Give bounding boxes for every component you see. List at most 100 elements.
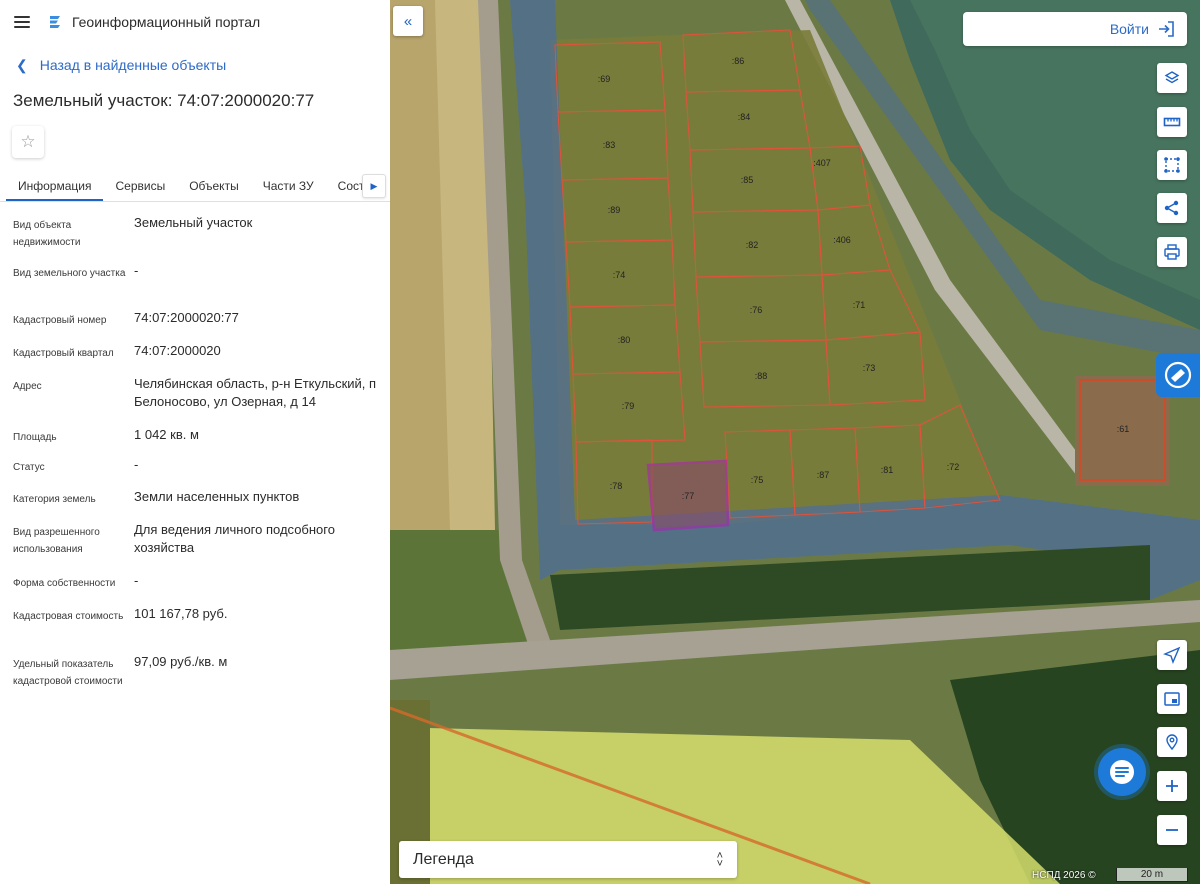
property-label: Удельный показатель кадастровой стоимост… (13, 659, 123, 687)
login-button[interactable]: Войти (963, 12, 1187, 46)
chevron-right-icon: ▶ (370, 180, 378, 191)
property-value: 1 042 кв. м (134, 427, 199, 442)
property-list: Вид объекта недвижимости Земельный участ… (0, 202, 390, 705)
layers-icon (1164, 71, 1180, 84)
collapse-panel-button[interactable]: « (393, 6, 423, 36)
object-title: Земельный участок: 74:07:2000020:77 (13, 91, 315, 110)
map-attribution: НСПД 2026 © (1032, 870, 1096, 881)
property-value: - (134, 573, 139, 588)
property-label: Статус (13, 462, 45, 473)
navigation-arrow-icon (1163, 646, 1181, 664)
parcel-label: :85 (741, 175, 754, 185)
parcel-label: :89 (608, 205, 621, 215)
menu-icon[interactable] (14, 16, 30, 28)
zoom-in-icon (1166, 780, 1178, 792)
property-value: Земельный участок (134, 215, 253, 230)
property-value: Челябинская область, р-н Еткульский, п Б… (134, 376, 377, 409)
property-row: Удельный показатель кадастровой стоимост… (13, 653, 390, 705)
property-value: 74:07:2000020:77 (134, 310, 239, 325)
property-label: Вид земельного участка (13, 268, 126, 279)
property-label: Площадь (13, 432, 57, 443)
minimap-icon (1164, 692, 1180, 706)
chat-icon (1110, 760, 1134, 784)
share-button[interactable] (1157, 193, 1187, 223)
zoom-out-icon (1166, 829, 1178, 831)
legend-panel[interactable]: Легенда ˄ ˅ (399, 841, 737, 878)
tab-parts[interactable]: Части ЗУ (251, 172, 326, 201)
parcel-label: :73 (863, 363, 876, 373)
property-row: Кадастровый квартал 74:07:2000020 (13, 342, 390, 375)
tabs-scroll-right-button[interactable]: ▶ (362, 174, 386, 198)
property-value: Для ведения личного подсобного хозяйства (134, 522, 335, 555)
portal-title: Геоинформационный портал (72, 14, 261, 30)
back-to-results-link[interactable]: ❮ Назад в найденные объекты (0, 44, 390, 86)
property-row: Вид объекта недвижимости Земельный участ… (13, 214, 390, 262)
property-row: Адрес Челябинская область, р-н Еткульски… (13, 375, 390, 426)
select-area-button[interactable] (1157, 150, 1187, 180)
select-area-icon (1164, 157, 1180, 173)
measure-button[interactable] (1157, 107, 1187, 137)
tab-services[interactable]: Сервисы (103, 172, 177, 201)
property-value: Земли населенных пунктов (134, 489, 300, 504)
parcel-label: :80 (618, 335, 631, 345)
parcel-label: :71 (853, 300, 866, 310)
map-scale: 20 m (1116, 868, 1188, 882)
property-label: Кадастровая стоимость (13, 611, 124, 622)
parcel-label: :79 (622, 401, 635, 411)
property-value: 101 167,78 руб. (134, 606, 228, 621)
parcel-label: :61 (1117, 424, 1130, 434)
top-bar: Геоинформационный портал (0, 0, 390, 44)
property-label: Форма собственности (13, 578, 116, 589)
property-row: Площадь 1 042 кв. м (13, 426, 390, 456)
property-value: 97,09 руб./кв. м (134, 654, 228, 669)
map-canvas[interactable]: :69 :86 :83 :84 :407 :89 :85 :74 :82 :40… (390, 0, 1200, 884)
tab-objects[interactable]: Объекты (177, 172, 251, 201)
property-row: Кадастровая стоимость 101 167,78 руб. (13, 605, 390, 653)
print-button[interactable] (1157, 237, 1187, 267)
brand-badge-icon (1164, 361, 1192, 389)
property-row: Кадастровый номер 74:07:2000020:77 (13, 309, 390, 342)
zoom-out-button[interactable] (1157, 815, 1187, 845)
parcel-label: :78 (610, 481, 623, 491)
property-value: 74:07:2000020 (134, 343, 221, 358)
my-location-button[interactable] (1157, 640, 1187, 670)
parcel-label: :83 (603, 140, 616, 150)
legend-chevron-icon: ˄ ˅ (716, 849, 723, 870)
parcel-label: :81 (881, 465, 894, 475)
property-label: Категория земель (13, 494, 96, 505)
parcel-label: :88 (755, 371, 768, 381)
collapse-double-chevron-icon: « (403, 12, 413, 30)
property-row: Форма собственности - (13, 572, 390, 605)
zoom-in-button[interactable] (1157, 771, 1187, 801)
parcel-label: :77 (682, 491, 695, 501)
favorite-button[interactable]: ☆ (12, 126, 44, 158)
back-chevron-icon: ❮ (16, 56, 28, 73)
parcel-label: :74 (613, 270, 626, 280)
satellite-map[interactable]: :69 :86 :83 :84 :407 :89 :85 :74 :82 :40… (390, 0, 1200, 884)
login-icon (1159, 21, 1174, 37)
parcel-label: :407 (813, 158, 831, 168)
brand-badge[interactable] (1156, 353, 1200, 397)
print-icon (1164, 244, 1180, 260)
ruler-icon (1163, 117, 1181, 127)
property-label: Вид разрешенного использования (13, 527, 100, 555)
tab-information[interactable]: Информация (6, 172, 104, 201)
property-row: Вид земельного участка - (13, 262, 390, 309)
parcel-label: :86 (732, 56, 745, 66)
property-label: Кадастровый квартал (13, 348, 114, 359)
location-search-icon (1166, 734, 1178, 751)
info-sidebar: Геоинформационный портал ❮ Назад в найде… (0, 0, 390, 884)
layers-button[interactable] (1157, 63, 1187, 93)
property-label: Вид объекта недвижимости (13, 220, 81, 248)
property-row: Вид разрешенного использования Для веден… (13, 521, 390, 572)
minimap-button[interactable] (1157, 684, 1187, 714)
app-root: Геоинформационный портал ❮ Назад в найде… (0, 0, 1200, 884)
chat-button[interactable] (1098, 748, 1146, 796)
star-icon: ☆ (20, 132, 36, 151)
share-icon (1164, 200, 1179, 216)
property-value: - (134, 457, 139, 472)
login-label: Войти (1109, 21, 1149, 37)
location-search-button[interactable] (1157, 727, 1187, 757)
parcel-label: :87 (817, 470, 830, 480)
parcel-label: :72 (947, 462, 960, 472)
